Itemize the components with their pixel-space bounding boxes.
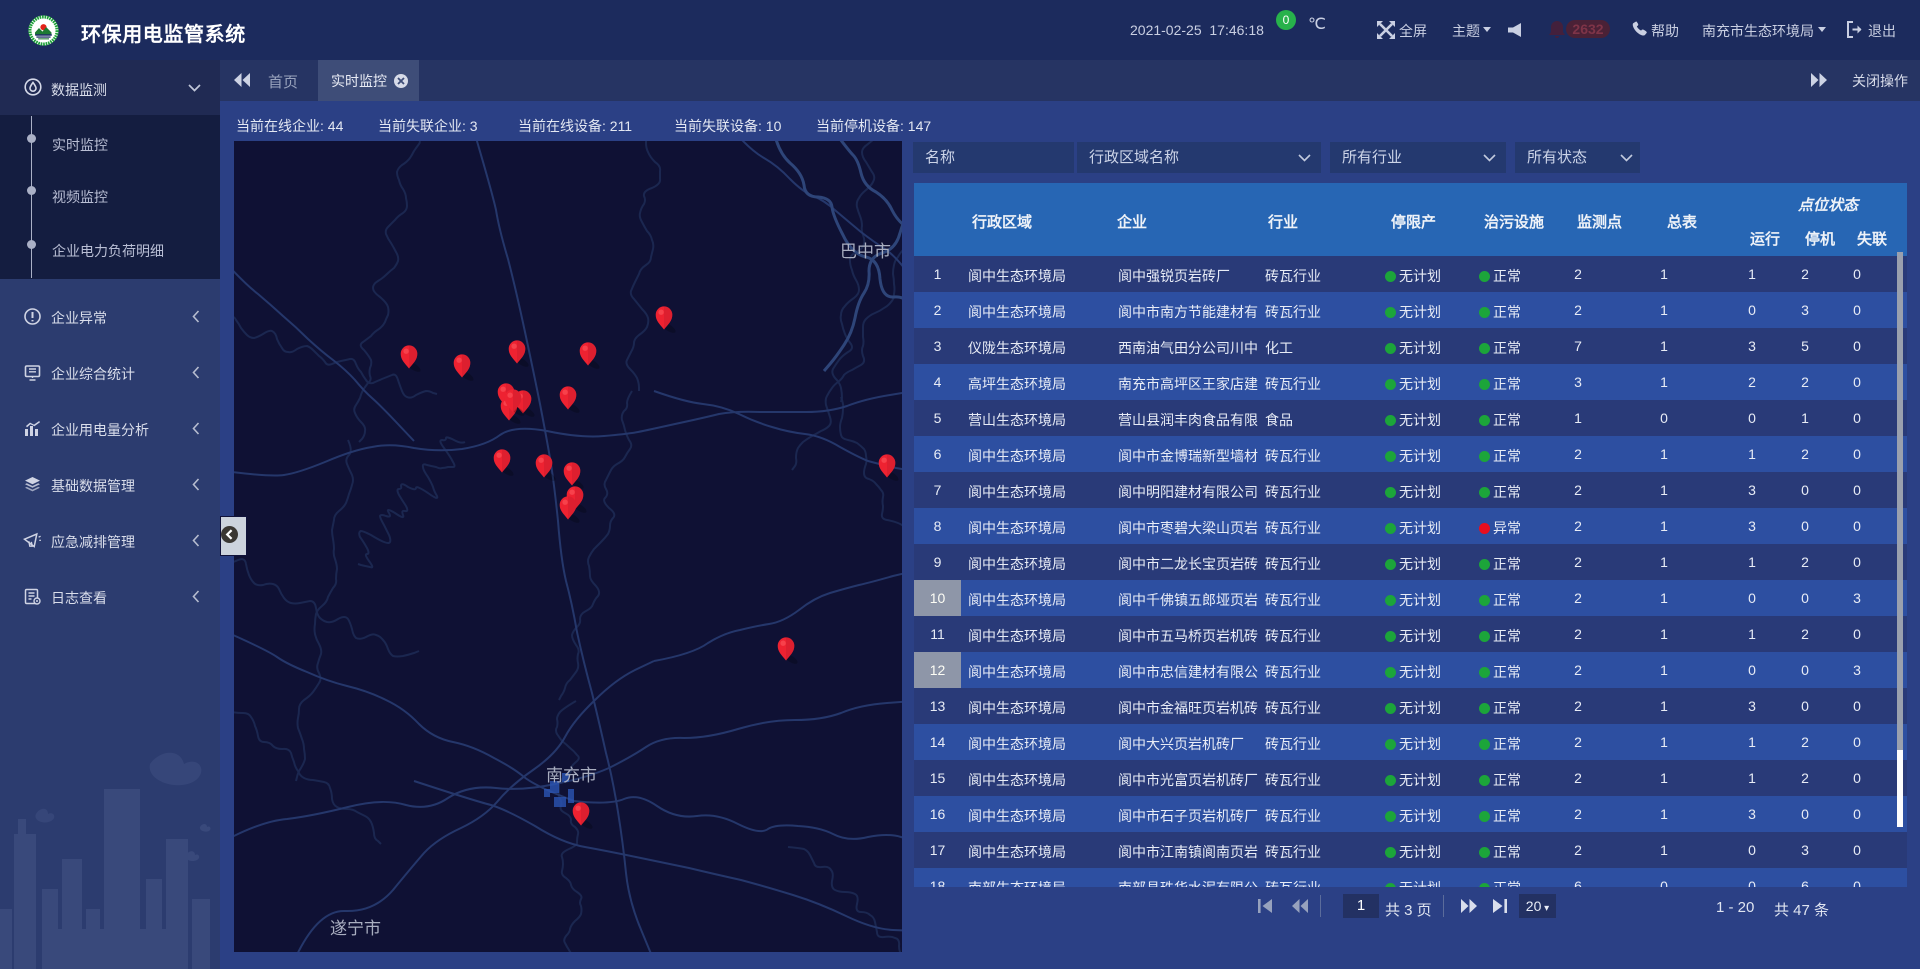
svg-text:巴中市: 巴中市	[840, 242, 891, 261]
svg-text:遂宁市: 遂宁市	[330, 919, 381, 938]
svg-text:南充市: 南充市	[546, 766, 597, 785]
